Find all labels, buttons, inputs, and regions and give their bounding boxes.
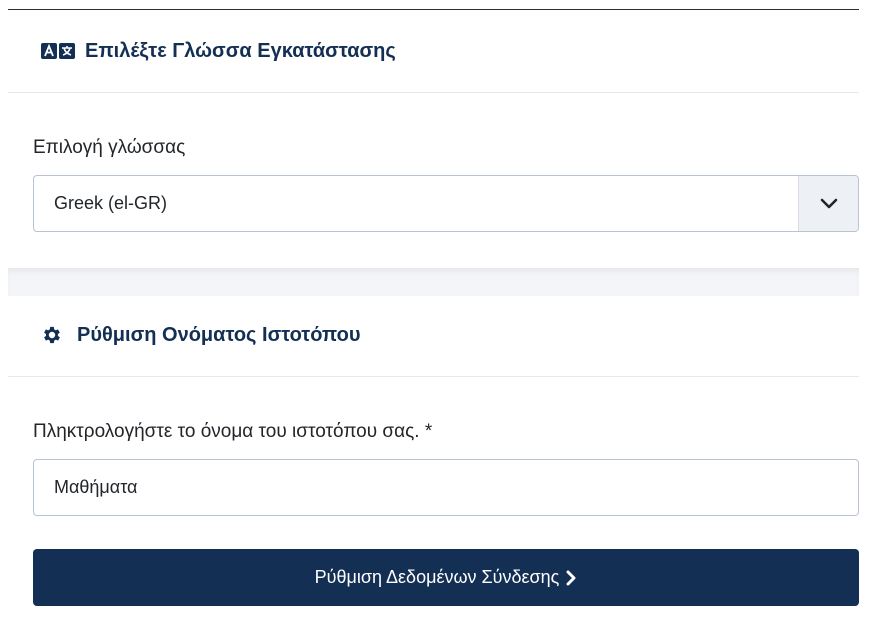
section-separator-band: [8, 268, 859, 296]
language-field-label: Επιλογή γλώσσας: [33, 137, 186, 158]
language-icon: [41, 42, 75, 60]
section-divider: [8, 376, 859, 377]
language-section-header: Επιλέξτε Γλώσσα Εγκατάστασης: [8, 34, 859, 68]
gear-icon: [41, 324, 63, 346]
site-section-title: Ρύθμιση Ονόματος Ιστοτόπου: [77, 323, 361, 346]
setup-connection-button-label: Ρύθμιση Δεδομένων Σύνδεσης: [314, 567, 560, 587]
section-divider: [8, 92, 859, 93]
top-divider: [8, 9, 859, 10]
language-select-value: Greek (el-GR): [54, 193, 168, 213]
site-name-input[interactable]: [33, 459, 859, 516]
setup-connection-button[interactable]: Ρύθμιση Δεδομένων Σύνδεσης: [33, 549, 859, 606]
language-select[interactable]: Greek (el-GR): [33, 175, 859, 232]
site-name-field-label: Πληκτρολογήστε το όνομα του ιστοτόπου σα…: [33, 421, 433, 442]
language-section-title: Επιλέξτε Γλώσσα Εγκατάστασης: [85, 39, 396, 62]
chevron-down-icon[interactable]: [798, 176, 858, 231]
chevron-right-icon: [565, 570, 577, 586]
site-section-header: Ρύθμιση Ονόματος Ιστοτόπου: [8, 318, 859, 352]
